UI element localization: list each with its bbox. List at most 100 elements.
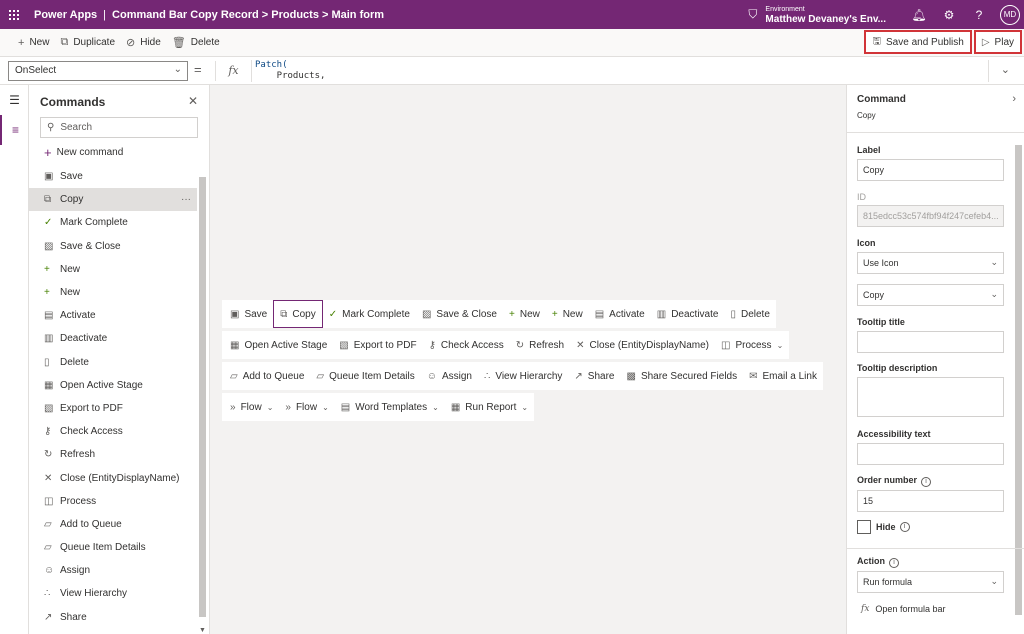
preview-close-entitydisplayname-button[interactable]: ✕ Close (EntityDisplayName) bbox=[570, 331, 715, 359]
expand-formula-icon[interactable]: ⌄ bbox=[1001, 63, 1010, 76]
command-list-item[interactable]: ▤ Activate bbox=[29, 304, 197, 327]
command-list-item[interactable]: ▱ Add to Queue bbox=[29, 513, 197, 536]
delete-button[interactable]: 🗑︎ Delete bbox=[172, 36, 220, 49]
more-options-icon[interactable]: ··· bbox=[181, 194, 191, 205]
command-list-item[interactable]: ∴ View Hierarchy bbox=[29, 582, 197, 605]
bell-icon[interactable]: 🔔︎ bbox=[904, 8, 934, 22]
environment-picker[interactable]: ⛉ Environment Matthew Devaney's Env... bbox=[748, 5, 886, 25]
preview-assign-button[interactable]: ☺ Assign bbox=[421, 362, 478, 390]
avatar[interactable]: MD bbox=[1000, 4, 1020, 25]
command-list-item[interactable]: ▧ Export to PDF bbox=[29, 397, 197, 420]
close-icon[interactable]: ✕ bbox=[188, 94, 198, 108]
tree-view-icon[interactable]: ≡ bbox=[0, 115, 29, 145]
help-icon[interactable]: ? bbox=[964, 8, 994, 22]
preview-save-close-button[interactable]: ▨ Save & Close bbox=[416, 300, 503, 328]
command-list-item[interactable]: ▱ Queue Item Details bbox=[29, 536, 197, 559]
copy-icon: ⧉ bbox=[44, 194, 52, 206]
preview-mark-complete-button[interactable]: ✓ Mark Complete bbox=[323, 300, 416, 328]
command-list-item[interactable]: ▯ Delete bbox=[29, 351, 197, 374]
action-text: Action bbox=[857, 556, 885, 566]
order-number-label: Order number i bbox=[857, 475, 932, 487]
hamburger-icon[interactable]: ☰ bbox=[0, 85, 29, 115]
preview-share-button[interactable]: ↗ Share bbox=[568, 362, 620, 390]
app-name[interactable]: Power Apps bbox=[34, 9, 97, 21]
scrollbar[interactable] bbox=[199, 177, 206, 617]
info-icon[interactable]: i bbox=[899, 522, 910, 532]
preview-word-templates-button[interactable]: ▤ Word Templates ⌄ bbox=[335, 393, 445, 421]
preview-run-report-button[interactable]: ▦ Run Report ⌄ bbox=[445, 393, 534, 421]
properties-panel: Command Copy › Label Copy ID 815edcc53c5… bbox=[846, 85, 1024, 634]
icon-mode-dropdown[interactable]: Use Icon ⌄ bbox=[857, 252, 1004, 274]
save-icon: 🖫︎ bbox=[872, 35, 881, 47]
command-list-item[interactable]: ▦ Open Active Stage bbox=[29, 374, 197, 397]
preview-check-access-button[interactable]: ⚷ Check Access bbox=[423, 331, 510, 359]
property-dropdown[interactable]: OnSelect ⌄ bbox=[8, 61, 188, 81]
preview-new-button[interactable]: + New bbox=[503, 300, 546, 328]
app-launcher-icon[interactable] bbox=[0, 0, 28, 29]
save-publish-button[interactable]: 🖫︎ Save and Publish bbox=[864, 30, 972, 54]
save-close-icon: ▨ bbox=[421, 308, 432, 320]
action-dropdown[interactable]: Run formula ⌄ bbox=[857, 571, 1004, 593]
command-list-item[interactable]: ☺ Assign bbox=[29, 559, 197, 582]
hide-button[interactable]: ⊘ Hide bbox=[126, 36, 161, 49]
preview-delete-button[interactable]: ▯ Delete bbox=[724, 300, 775, 328]
preview-command-row: ▣ Save ⧉ Copy ✓ Mark Complete ▨ Save & Close + Ne… bbox=[222, 300, 776, 328]
command-list-item[interactable]: ⧉ Copy ··· bbox=[29, 188, 197, 212]
tooltip-title-field[interactable] bbox=[857, 331, 1004, 353]
preview-view-hierarchy-button[interactable]: ∴ View Hierarchy bbox=[478, 362, 568, 390]
scrollbar[interactable] bbox=[1015, 145, 1022, 615]
command-list-item[interactable]: ↻ Refresh bbox=[29, 443, 197, 466]
preview-new-button[interactable]: + New bbox=[546, 300, 589, 328]
command-list-item[interactable]: ✕ Close (EntityDisplayName) bbox=[29, 466, 197, 489]
command-list-item[interactable]: + New bbox=[29, 281, 197, 304]
preview-open-active-stage-button[interactable]: ▦ Open Active Stage bbox=[224, 331, 333, 359]
preview-button-label: View Hierarchy bbox=[495, 370, 563, 382]
preview-export-to-pdf-button[interactable]: ▧ Export to PDF bbox=[333, 331, 422, 359]
duplicate-button[interactable]: ⧉ Duplicate bbox=[60, 36, 115, 49]
hide-checkbox[interactable] bbox=[857, 520, 871, 534]
preview-save-button[interactable]: ▣ Save bbox=[224, 300, 273, 328]
preview-flow-button[interactable]: » Flow ⌄ bbox=[279, 393, 334, 421]
new-button[interactable]: + New bbox=[18, 37, 49, 49]
command-list-item[interactable]: ▥ Deactivate bbox=[29, 327, 197, 350]
preview-button-label: Word Templates bbox=[355, 401, 428, 413]
command-list-item[interactable]: ↗ Share bbox=[29, 606, 197, 629]
command-bar-preview: ▣ Save ⧉ Copy ✓ Mark Complete ▨ Save & Close + Ne… bbox=[210, 85, 846, 634]
add-icon: + bbox=[44, 145, 52, 160]
preview-refresh-button[interactable]: ↻ Refresh bbox=[510, 331, 570, 359]
chevron-down-icon: ⌄ bbox=[776, 340, 784, 350]
chevron-down-icon: ⌄ bbox=[266, 402, 274, 412]
tooltip-description-field[interactable] bbox=[857, 377, 1004, 417]
preview-process-button[interactable]: ◫ Process ⌄ bbox=[715, 331, 789, 359]
command-list-item[interactable]: ▨ Save & Close bbox=[29, 235, 197, 258]
accessibility-field[interactable] bbox=[857, 443, 1004, 465]
activate-icon: ▤ bbox=[44, 310, 54, 322]
label-field[interactable]: Copy bbox=[857, 159, 1004, 181]
preview-share-secured-fields-button[interactable]: ▩ Share Secured Fields bbox=[620, 362, 743, 390]
order-number-field[interactable]: 15 bbox=[857, 490, 1004, 512]
preview-flow-button[interactable]: » Flow ⌄ bbox=[224, 393, 279, 421]
gear-icon[interactable]: ⚙ bbox=[934, 8, 964, 22]
preview-activate-button[interactable]: ▤ Activate bbox=[589, 300, 651, 328]
preview-add-to-queue-button[interactable]: ▱ Add to Queue bbox=[224, 362, 310, 390]
command-list-item[interactable]: ✓ Mark Complete bbox=[29, 211, 197, 234]
preview-email-a-link-button[interactable]: ✉ Email a Link bbox=[743, 362, 823, 390]
search-input[interactable]: ⚲ Search bbox=[40, 117, 198, 138]
command-list-item[interactable]: + New bbox=[29, 258, 197, 281]
property-value: OnSelect bbox=[15, 65, 57, 76]
preview-deactivate-button[interactable]: ▥ Deactivate bbox=[651, 300, 725, 328]
preview-copy-button[interactable]: ⧉ Copy bbox=[273, 300, 323, 328]
info-icon[interactable]: i bbox=[921, 477, 932, 487]
preview-queue-item-details-button[interactable]: ▱ Queue Item Details bbox=[310, 362, 420, 390]
formula-input[interactable]: Patch( Products, bbox=[251, 60, 989, 82]
scroll-down-icon[interactable]: ▼ bbox=[199, 627, 206, 634]
icon-dropdown[interactable]: Copy ⌄ bbox=[857, 284, 1004, 306]
open-formula-bar-button[interactable]: fx Open formula bar bbox=[861, 604, 945, 614]
command-list-item[interactable]: ▣ Save bbox=[29, 165, 197, 188]
chevron-right-icon[interactable]: › bbox=[1012, 93, 1016, 105]
command-list-item[interactable]: ⚷ Check Access bbox=[29, 420, 197, 443]
command-list-item[interactable]: ◫ Process bbox=[29, 490, 197, 513]
play-button[interactable]: ▷ Play bbox=[973, 30, 1022, 54]
info-icon[interactable]: i bbox=[889, 558, 899, 568]
new-command-button[interactable]: + New command bbox=[44, 145, 123, 160]
